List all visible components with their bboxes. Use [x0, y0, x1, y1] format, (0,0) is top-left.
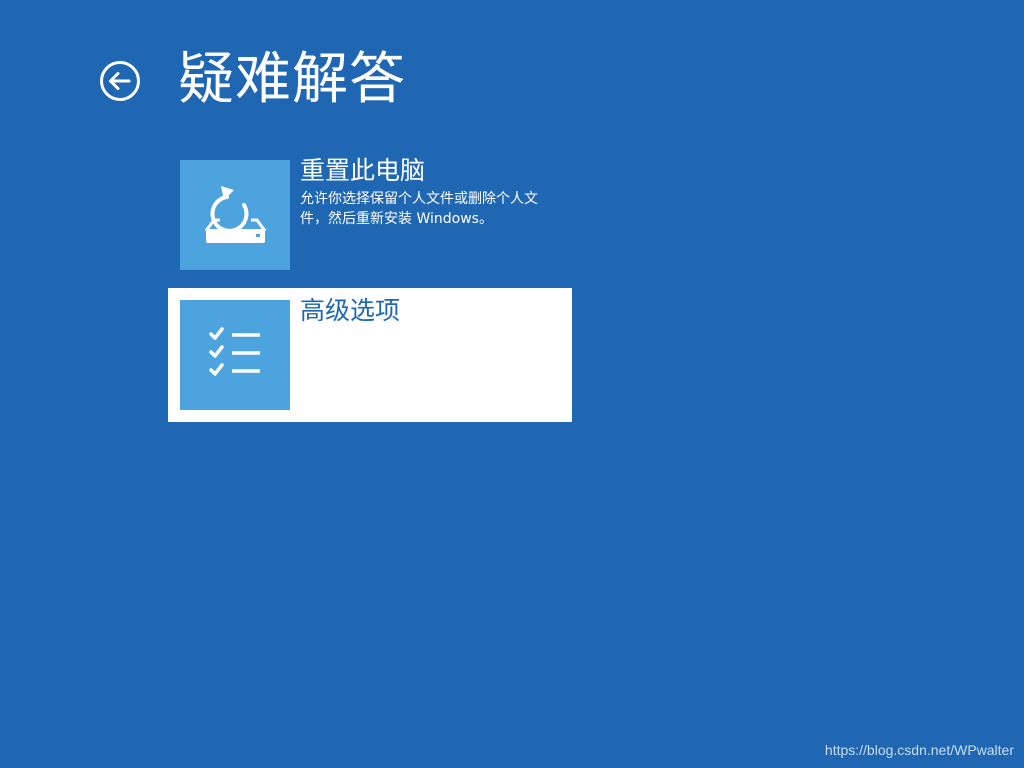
reset-pc-icon: [180, 160, 290, 270]
advanced-options-tile: [180, 300, 290, 410]
watermark: https://blog.csdn.net/WPwalter: [824, 742, 1014, 758]
reset-pc-tile: [180, 160, 290, 270]
reset-pc-option[interactable]: 重置此电脑 允许你选择保留个人文件或删除个人文件，然后重新安装 Windows。: [168, 148, 572, 282]
advanced-options-title: 高级选项: [300, 296, 401, 325]
page-title: 疑难解答: [178, 47, 406, 112]
reset-pc-description: 允许你选择保留个人文件或删除个人文件，然后重新安装 Windows。: [300, 191, 538, 227]
advanced-options-option[interactable]: 高级选项: [168, 288, 572, 422]
back-button[interactable]: [99, 60, 141, 102]
checklist-icon: [180, 300, 290, 410]
back-arrow-icon: [99, 60, 141, 102]
reset-pc-title: 重置此电脑: [300, 156, 426, 185]
